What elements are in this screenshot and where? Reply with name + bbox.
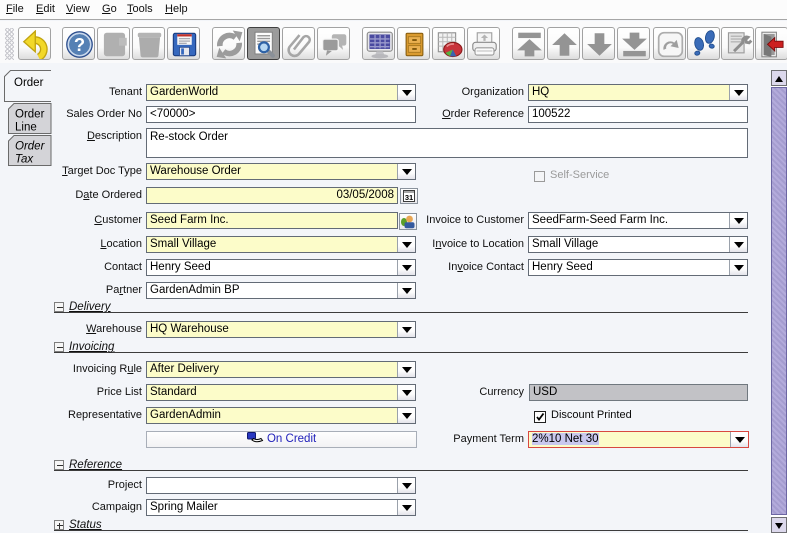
svg-text:?: ? — [74, 34, 85, 55]
